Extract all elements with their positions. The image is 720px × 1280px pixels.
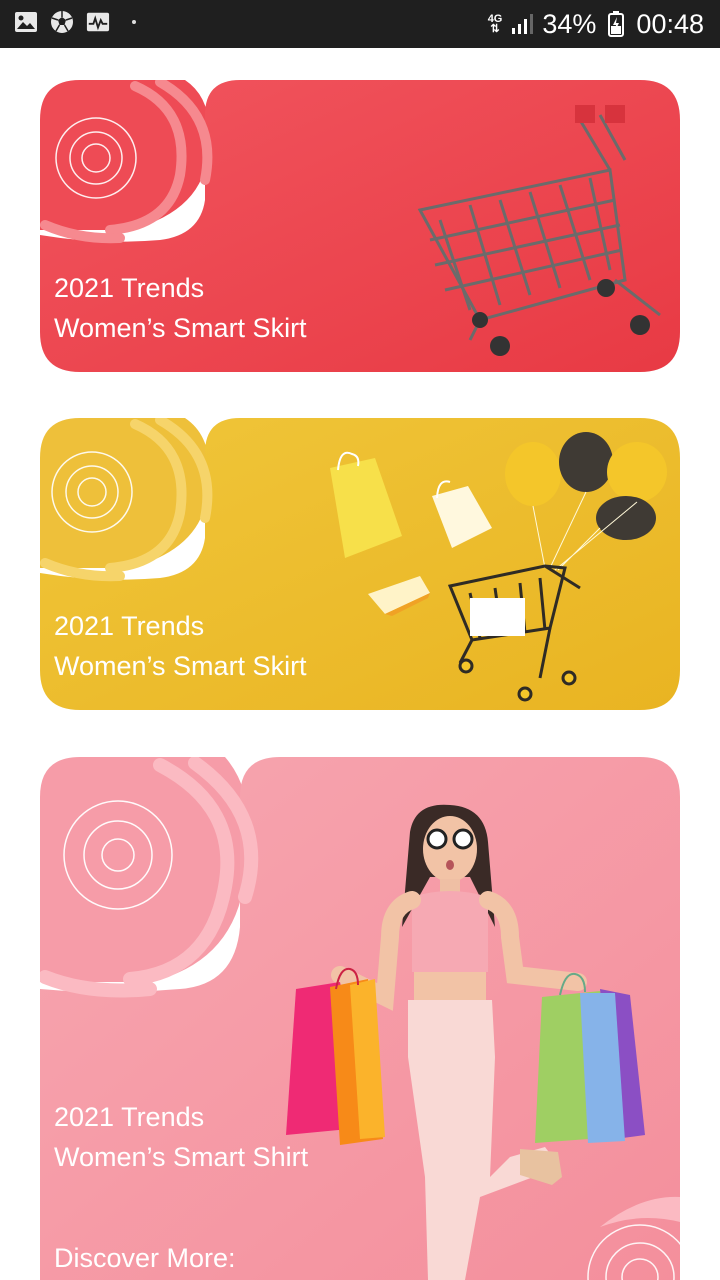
- notification-dot: [132, 20, 136, 24]
- network-type: 4G ⇅: [487, 13, 503, 35]
- soccer-ball-icon: [50, 10, 74, 34]
- image-icon: [14, 10, 38, 34]
- card-subtitle: Women’s Smart Skirt: [54, 313, 307, 343]
- signal-icon: [510, 12, 534, 36]
- card-text: 2021 Trends Women’s Smart Shirt: [54, 1097, 308, 1177]
- promo-card-skirt-red[interactable]: 2021 Trends Women’s Smart Skirt: [40, 80, 680, 372]
- card-subtitle: Women’s Smart Shirt: [54, 1142, 309, 1172]
- clock: 00:48: [636, 8, 704, 39]
- battery-percent: 34%: [542, 8, 597, 39]
- card-text: 2021 Trends Women’s Smart Skirt: [54, 268, 307, 348]
- discover-more-link[interactable]: Discover More:: [54, 1243, 236, 1274]
- card-title: 2021 Trends: [54, 273, 205, 303]
- card-background: [40, 757, 680, 1280]
- card-title: 2021 Trends: [54, 1102, 205, 1132]
- promo-card-skirt-yellow[interactable]: 2021 Trends Women’s Smart Skirt: [40, 418, 680, 710]
- card-title: 2021 Trends: [54, 611, 205, 641]
- card-subtitle: Women’s Smart Skirt: [54, 651, 307, 681]
- status-bar: 4G ⇅ 34% 00:48: [0, 0, 720, 48]
- activity-monitor-icon: [86, 10, 110, 34]
- card-text: 2021 Trends Women’s Smart Skirt: [54, 606, 307, 686]
- battery-icon: [604, 11, 628, 37]
- promo-card-shirt-pink[interactable]: 2021 Trends Women’s Smart Shirt Discover…: [40, 757, 680, 1280]
